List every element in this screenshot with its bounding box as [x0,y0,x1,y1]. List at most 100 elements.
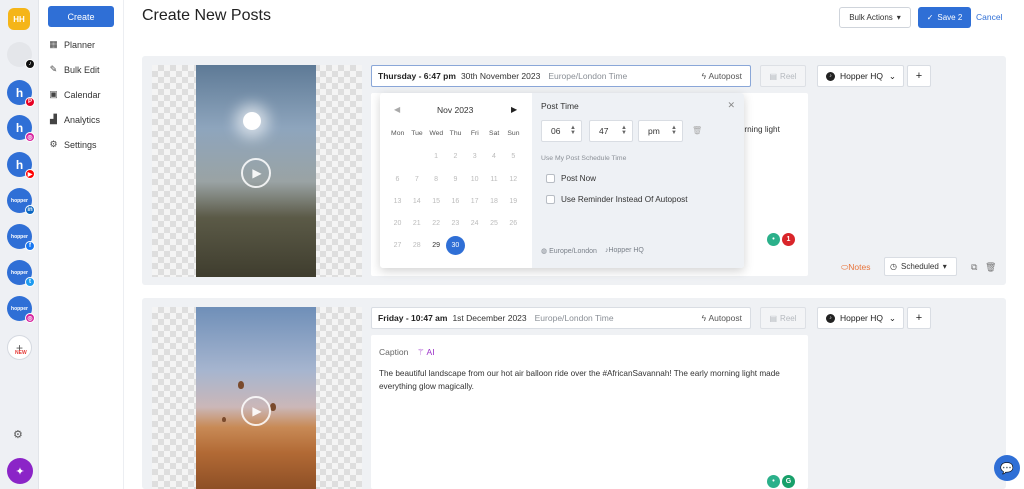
calendar-day: 25 [490,220,498,227]
grammar-badge[interactable]: G [782,475,795,488]
main-navigation: Create ▦ Planner ✎ Bulk Edit ▣ Calendar ▟ An… [39,0,124,489]
rail-settings-icon[interactable]: ⚙ [13,428,23,441]
account-avatar-hopper-facebook[interactable]: hopper f [7,224,35,251]
calendar-day: 26 [509,220,518,227]
schedule-timezone: Europe/London Time [534,313,614,323]
add-account-post-button[interactable]: + [907,65,931,87]
nav-bulk-edit-label: Bulk Edit [64,64,100,75]
create-button[interactable]: Create [48,6,114,27]
network-icon: ▶ [25,169,35,179]
globe-icon: ◍ [541,248,548,255]
add-account-button[interactable]: + [7,335,32,360]
prev-month-icon[interactable]: ◀ [394,105,400,114]
footer-account: ♪Hopper HQ [605,247,644,255]
calendar-day[interactable]: 30 [445,236,465,255]
ampm-stepper[interactable]: pm ▲ ▼ [638,120,683,142]
cancel-link[interactable]: Cancel [976,12,1002,22]
clear-time-icon[interactable]: 🗑 [692,126,702,135]
media-preview[interactable]: ▶ [152,307,362,489]
trash-icon[interactable]: 🗑 [985,262,996,273]
schedule-timezone: Europe/London Time [548,71,628,81]
analytics-icon: ▟ [50,114,57,124]
caption-text[interactable]: The beautiful landscape from our hot air… [379,367,794,393]
schedule-date-field[interactable]: Friday - 10:47 am 1st December 2023 Euro… [371,307,751,329]
play-icon[interactable]: ▶ [241,396,271,426]
account-initial: hopper [11,269,28,276]
schedule-date-field[interactable]: Thursday - 6:47 pm 30th November 2023 Eu… [371,65,751,87]
reel-icon: ▤ [769,313,778,323]
close-icon[interactable]: ✕ [727,100,735,111]
lightbulb-icon[interactable]: • [767,475,780,488]
notes-link[interactable]: ⬭Notes [841,262,870,273]
post-now-checkbox[interactable] [546,174,555,183]
autopost-toggle[interactable]: ϟ Autopost [702,313,742,323]
account-initial: h [15,85,24,100]
account-avatar-hopper-pinterest[interactable]: hP [7,80,35,107]
account-initial: h [15,157,24,172]
account-avatar-hopper-instagram-2[interactable]: hopper ◎ [7,296,35,323]
reminder-option[interactable]: Use Reminder Instead Of Autopost [546,195,688,204]
media-preview[interactable]: ▶ [152,65,362,277]
account-avatar-hopper-twitter[interactable]: hopper t [7,260,35,287]
weekday-label: Tue [411,130,423,137]
hour-value: 06 [551,126,561,136]
play-icon[interactable]: ▶ [241,158,271,188]
clock-icon: ◷ [890,262,897,271]
reel-button[interactable]: ▤ Reel [760,65,806,87]
weekday-label: Sun [507,130,520,137]
nav-calendar-label: Calendar [64,89,101,100]
reel-button[interactable]: ▤ Reel [760,307,806,329]
next-month-icon[interactable]: ▶ [511,105,517,114]
chat-support-button[interactable]: 💬 [994,455,1020,481]
alert-badge[interactable]: 1 [782,233,795,246]
calendar-day: 10 [470,176,479,183]
account-selector[interactable]: ♪ Hopper HQ ⌄ [817,307,904,329]
chevron-down-icon: ⌄ [888,312,896,323]
ampm-value: pm [648,126,660,136]
account-avatar-hopper-instagram[interactable]: h ◎ [7,115,35,142]
account-avatar-hopper-linkedin[interactable]: hopper in [7,188,35,215]
account-rail: HH ♪ h Ph ◎ h ▶ hopper in hopper f hopper t hopper ◎ … [0,0,39,489]
reminder-checkbox[interactable] [546,195,555,204]
account-avatar-hopper-youtube[interactable]: h ▶ [7,152,35,179]
account-name: Hopper HQ [840,71,883,81]
calendar-day: 15 [432,198,440,205]
autopost-label: Autopost [708,71,742,81]
bolt-icon: ϟ [701,71,707,81]
bulk-actions-button[interactable]: Bulk Actions ▾ [839,7,911,28]
ai-button[interactable]: ⚚ AI [417,347,435,358]
nav-bulk-edit[interactable]: ✎ Bulk Edit [49,64,100,75]
account-avatar-user-tiktok[interactable]: ♪ [7,42,35,69]
nav-planner[interactable]: ▦ Planner [49,39,95,50]
video-thumbnail: ▶ [196,307,316,489]
nav-settings[interactable]: ⚙ Settings [49,139,96,150]
caption-box[interactable]: Caption ⚚ AI The beautiful landscape fro… [371,335,808,489]
minute-stepper[interactable]: 47 ▲ ▼ [589,120,633,142]
calendar-day: 18 [490,198,498,205]
calendar-day: 21 [412,220,421,227]
workspace-logo[interactable]: HH [8,8,30,30]
autopost-toggle[interactable]: ϟ Autopost [702,71,742,81]
nav-analytics[interactable]: ▟ Analytics [49,114,100,125]
network-icon: in [25,205,35,215]
status-dropdown[interactable]: ◷ Scheduled ▾ [884,257,957,276]
post-now-option[interactable]: Post Now [546,174,596,183]
duplicate-icon[interactable]: ⧉ [971,262,977,273]
stepper-arrows-icon: ▲ ▼ [570,125,576,136]
magic-assistant-button[interactable]: ✦ [7,458,33,484]
save-button[interactable]: ✓ Save 2 [918,7,971,28]
account-selector[interactable]: ♪ Hopper HQ ⌄ [817,65,904,87]
schedule-time-hint[interactable]: Use My Post Schedule Time [541,155,626,162]
network-icon: P [25,97,35,107]
magic-wand-icon: ⚚ [417,347,425,357]
hour-stepper[interactable]: 06 ▲ ▼ [541,120,582,142]
add-account-post-button[interactable]: + [907,307,931,329]
tiktok-icon: ♪ [826,313,835,323]
lightbulb-icon[interactable]: • [767,233,780,246]
schedule-date: 30th November 2023 [460,71,541,81]
notes-label: Notes [848,262,871,272]
calendar-day[interactable]: 29 [427,236,446,255]
nav-calendar[interactable]: ▣ Calendar [49,89,101,100]
calendar-day: 27 [393,242,402,249]
calendar-panel: ◀ Nov 2023 ▶ Mon Tue Wed Thu Fri Sat Sun 12345… [380,93,532,268]
